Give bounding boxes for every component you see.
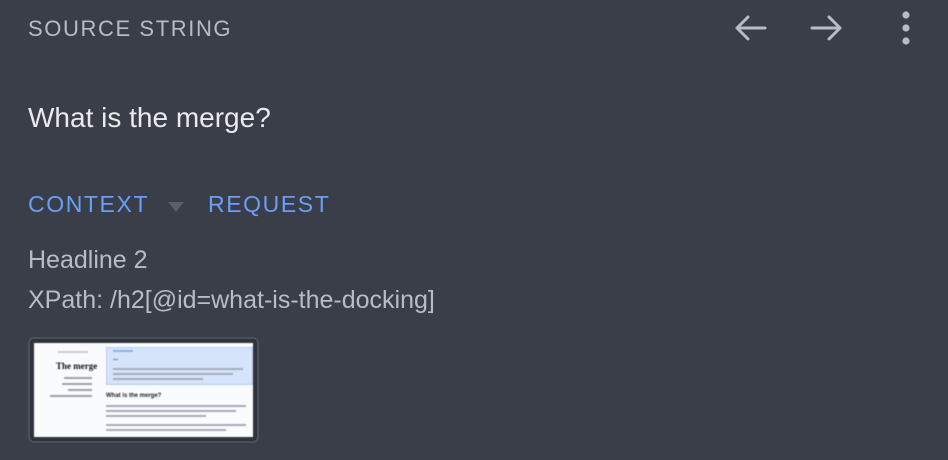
next-button[interactable] <box>805 8 849 52</box>
thumbnail-section-heading: What is the merge? <box>106 393 162 399</box>
thumbnail-page-title: The merge <box>56 361 98 371</box>
tab-request[interactable]: REQUEST <box>208 191 330 218</box>
thumbnail-banner-title: ... <box>113 356 119 362</box>
thumbnail-highlight-banner: ... <box>106 347 253 385</box>
context-xpath: XPath: /h2[@id=what-is-the-docking] <box>28 286 435 314</box>
header-title: SOURCE STRING <box>28 16 233 41</box>
context-element-type: Headline 2 <box>28 246 148 274</box>
more-options-button[interactable] <box>884 8 928 52</box>
more-vertical-icon <box>901 10 911 50</box>
screenshot-preview: The merge ... What is the merge? <box>34 343 253 437</box>
tab-context-label: CONTEXT <box>28 191 149 217</box>
tab-context[interactable]: CONTEXT <box>28 191 185 219</box>
caret-down-icon <box>167 192 185 219</box>
source-string-text: What is the merge? <box>28 102 271 133</box>
arrow-right-icon <box>810 14 844 47</box>
previous-button[interactable] <box>728 8 772 52</box>
context-screenshot-thumbnail[interactable]: The merge ... What is the merge? <box>28 337 259 443</box>
arrow-left-icon <box>733 14 767 47</box>
